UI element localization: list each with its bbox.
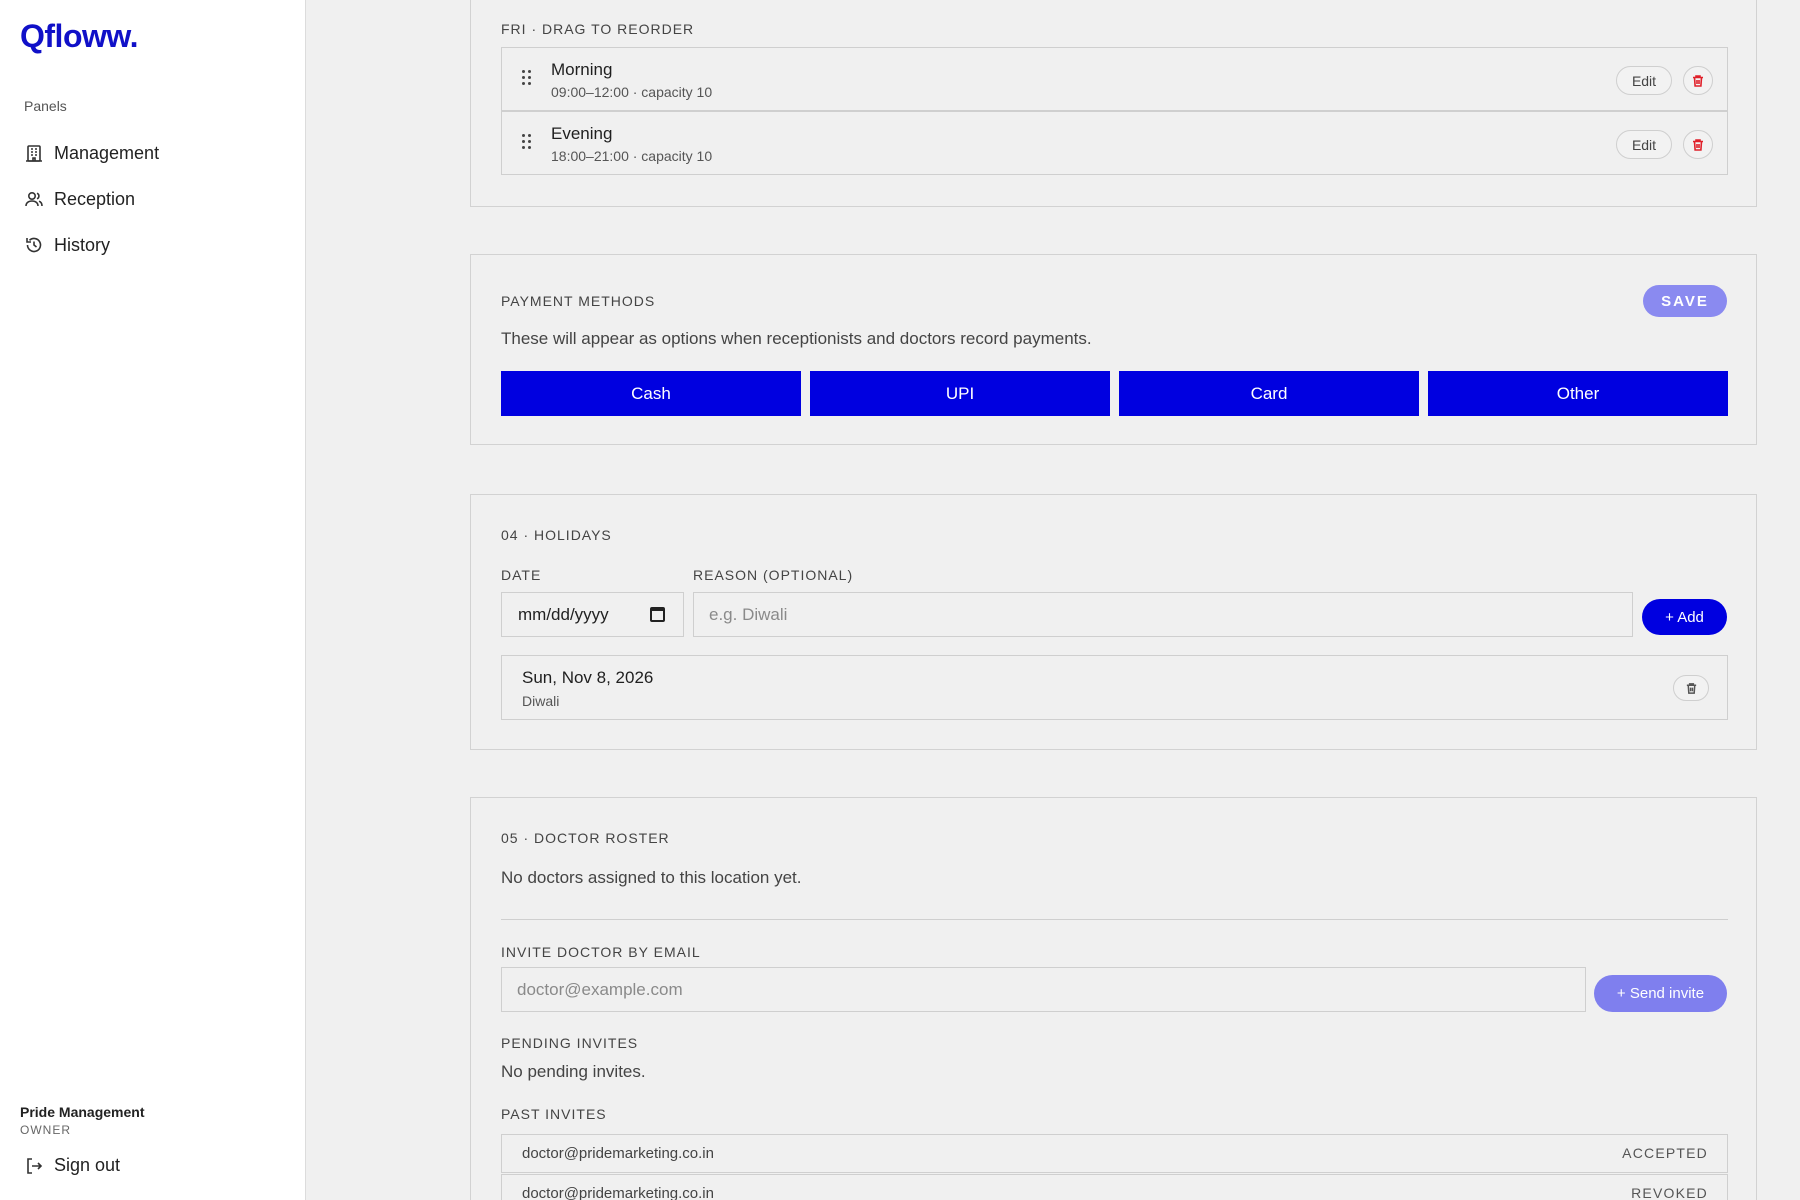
add-holiday-button[interactable]: + Add bbox=[1642, 599, 1727, 635]
send-invite-button[interactable]: + Send invite bbox=[1594, 975, 1727, 1012]
slot-meta: 18:00–21:00 · capacity 10 bbox=[551, 148, 713, 164]
invite-label: INVITE DOCTOR BY EMAIL bbox=[501, 944, 701, 960]
holiday-reason-input[interactable]: e.g. Diwali bbox=[693, 592, 1633, 637]
reason-label: REASON (OPTIONAL) bbox=[693, 567, 854, 583]
payment-methods-card: PAYMENT METHODS SAVE These will appear a… bbox=[470, 254, 1757, 445]
date-label: DATE bbox=[501, 567, 542, 583]
payment-method-cash[interactable]: Cash bbox=[501, 371, 801, 416]
payment-description: These will appear as options when recept… bbox=[501, 329, 1092, 348]
user-role: OWNER bbox=[20, 1123, 71, 1137]
sidebar-nav: Management Reception History bbox=[24, 130, 159, 268]
sidebar-item-reception[interactable]: Reception bbox=[24, 176, 159, 222]
history-icon bbox=[26, 237, 42, 253]
user-info: Pride Management OWNER bbox=[20, 1104, 144, 1137]
payment-method-list: Cash UPI Card Other bbox=[501, 371, 1728, 416]
holiday-date: Sun, Nov 8, 2026 bbox=[522, 668, 654, 687]
date-input-value: mm/dd/yyyy bbox=[518, 604, 609, 624]
calendar-icon[interactable] bbox=[650, 607, 665, 622]
delete-holiday-button[interactable] bbox=[1673, 675, 1709, 701]
doctor-roster-card: 05 · DOCTOR ROSTER No doctors assigned t… bbox=[470, 797, 1757, 1200]
users-icon bbox=[25, 191, 43, 207]
holidays-title: 04 · HOLIDAYS bbox=[501, 527, 612, 543]
past-invite-row: doctor@pridemarketing.co.in ACCEPTED bbox=[501, 1134, 1728, 1173]
payment-method-other[interactable]: Other bbox=[1428, 371, 1728, 416]
holidays-card: 04 · HOLIDAYS DATE REASON (OPTIONAL) mm/… bbox=[470, 494, 1757, 750]
delete-slot-button[interactable] bbox=[1683, 130, 1713, 159]
past-invites-label: PAST INVITES bbox=[501, 1106, 607, 1122]
invite-email: doctor@pridemarketing.co.in bbox=[522, 1185, 714, 1200]
sign-out-icon bbox=[27, 1157, 43, 1174]
save-button[interactable]: SAVE bbox=[1643, 285, 1727, 317]
pending-invites-label: PENDING INVITES bbox=[501, 1035, 639, 1051]
schedule-card: FRI · DRAG TO REORDER Morning 09:00–12:0… bbox=[470, 0, 1757, 207]
sidebar-item-label: Reception bbox=[54, 188, 136, 209]
invite-email: doctor@pridemarketing.co.in bbox=[522, 1145, 714, 1162]
payment-method-card[interactable]: Card bbox=[1119, 371, 1419, 416]
app-logo[interactable]: Qfloww. bbox=[20, 18, 138, 55]
edit-slot-button[interactable]: Edit bbox=[1616, 66, 1672, 95]
roster-empty-text: No doctors assigned to this location yet… bbox=[501, 868, 802, 887]
holiday-item: Sun, Nov 8, 2026 Diwali bbox=[501, 655, 1728, 720]
holiday-reason: Diwali bbox=[522, 693, 560, 709]
sign-out-label: Sign out bbox=[54, 1155, 121, 1175]
holiday-date-input[interactable]: mm/dd/yyyy bbox=[501, 592, 684, 637]
user-name: Pride Management bbox=[20, 1104, 145, 1120]
sidebar-item-label: History bbox=[54, 234, 111, 255]
payment-title: PAYMENT METHODS bbox=[501, 293, 656, 309]
trash-icon bbox=[1693, 74, 1703, 87]
invite-status: REVOKED bbox=[1631, 1185, 1708, 1200]
reason-placeholder: e.g. Diwali bbox=[709, 604, 788, 624]
panels-label: Panels bbox=[24, 98, 67, 114]
slot-row[interactable]: Morning 09:00–12:00 · capacity 10 Edit bbox=[501, 47, 1728, 111]
sidebar-item-history[interactable]: History bbox=[24, 222, 159, 268]
sidebar-item-management[interactable]: Management bbox=[24, 130, 159, 176]
building-icon bbox=[26, 145, 42, 162]
sign-out-button[interactable]: Sign out bbox=[24, 1155, 120, 1176]
trash-icon bbox=[1693, 138, 1703, 151]
drag-handle-icon[interactable] bbox=[522, 134, 532, 152]
invite-email-input[interactable]: doctor@example.com bbox=[501, 967, 1586, 1012]
slot-name: Evening bbox=[551, 124, 613, 143]
roster-title: 05 · DOCTOR ROSTER bbox=[501, 830, 670, 846]
past-invite-row: doctor@pridemarketing.co.in REVOKED bbox=[501, 1174, 1728, 1200]
edit-slot-button[interactable]: Edit bbox=[1616, 130, 1672, 159]
divider bbox=[501, 919, 1728, 920]
sidebar: Qfloww. Panels Management Reception Hist… bbox=[0, 0, 306, 1200]
pending-invites-empty: No pending invites. bbox=[501, 1062, 646, 1081]
invite-placeholder: doctor@example.com bbox=[517, 979, 683, 999]
schedule-title: FRI · DRAG TO REORDER bbox=[501, 21, 695, 37]
payment-method-upi[interactable]: UPI bbox=[810, 371, 1110, 416]
trash-icon bbox=[1686, 682, 1696, 694]
slot-meta: 09:00–12:00 · capacity 10 bbox=[551, 84, 713, 100]
drag-handle-icon[interactable] bbox=[522, 70, 532, 88]
delete-slot-button[interactable] bbox=[1683, 66, 1713, 95]
slot-row[interactable]: Evening 18:00–21:00 · capacity 10 Edit bbox=[501, 111, 1728, 175]
sidebar-item-label: Management bbox=[54, 142, 160, 163]
slot-name: Morning bbox=[551, 60, 613, 79]
invite-status: ACCEPTED bbox=[1622, 1145, 1708, 1161]
